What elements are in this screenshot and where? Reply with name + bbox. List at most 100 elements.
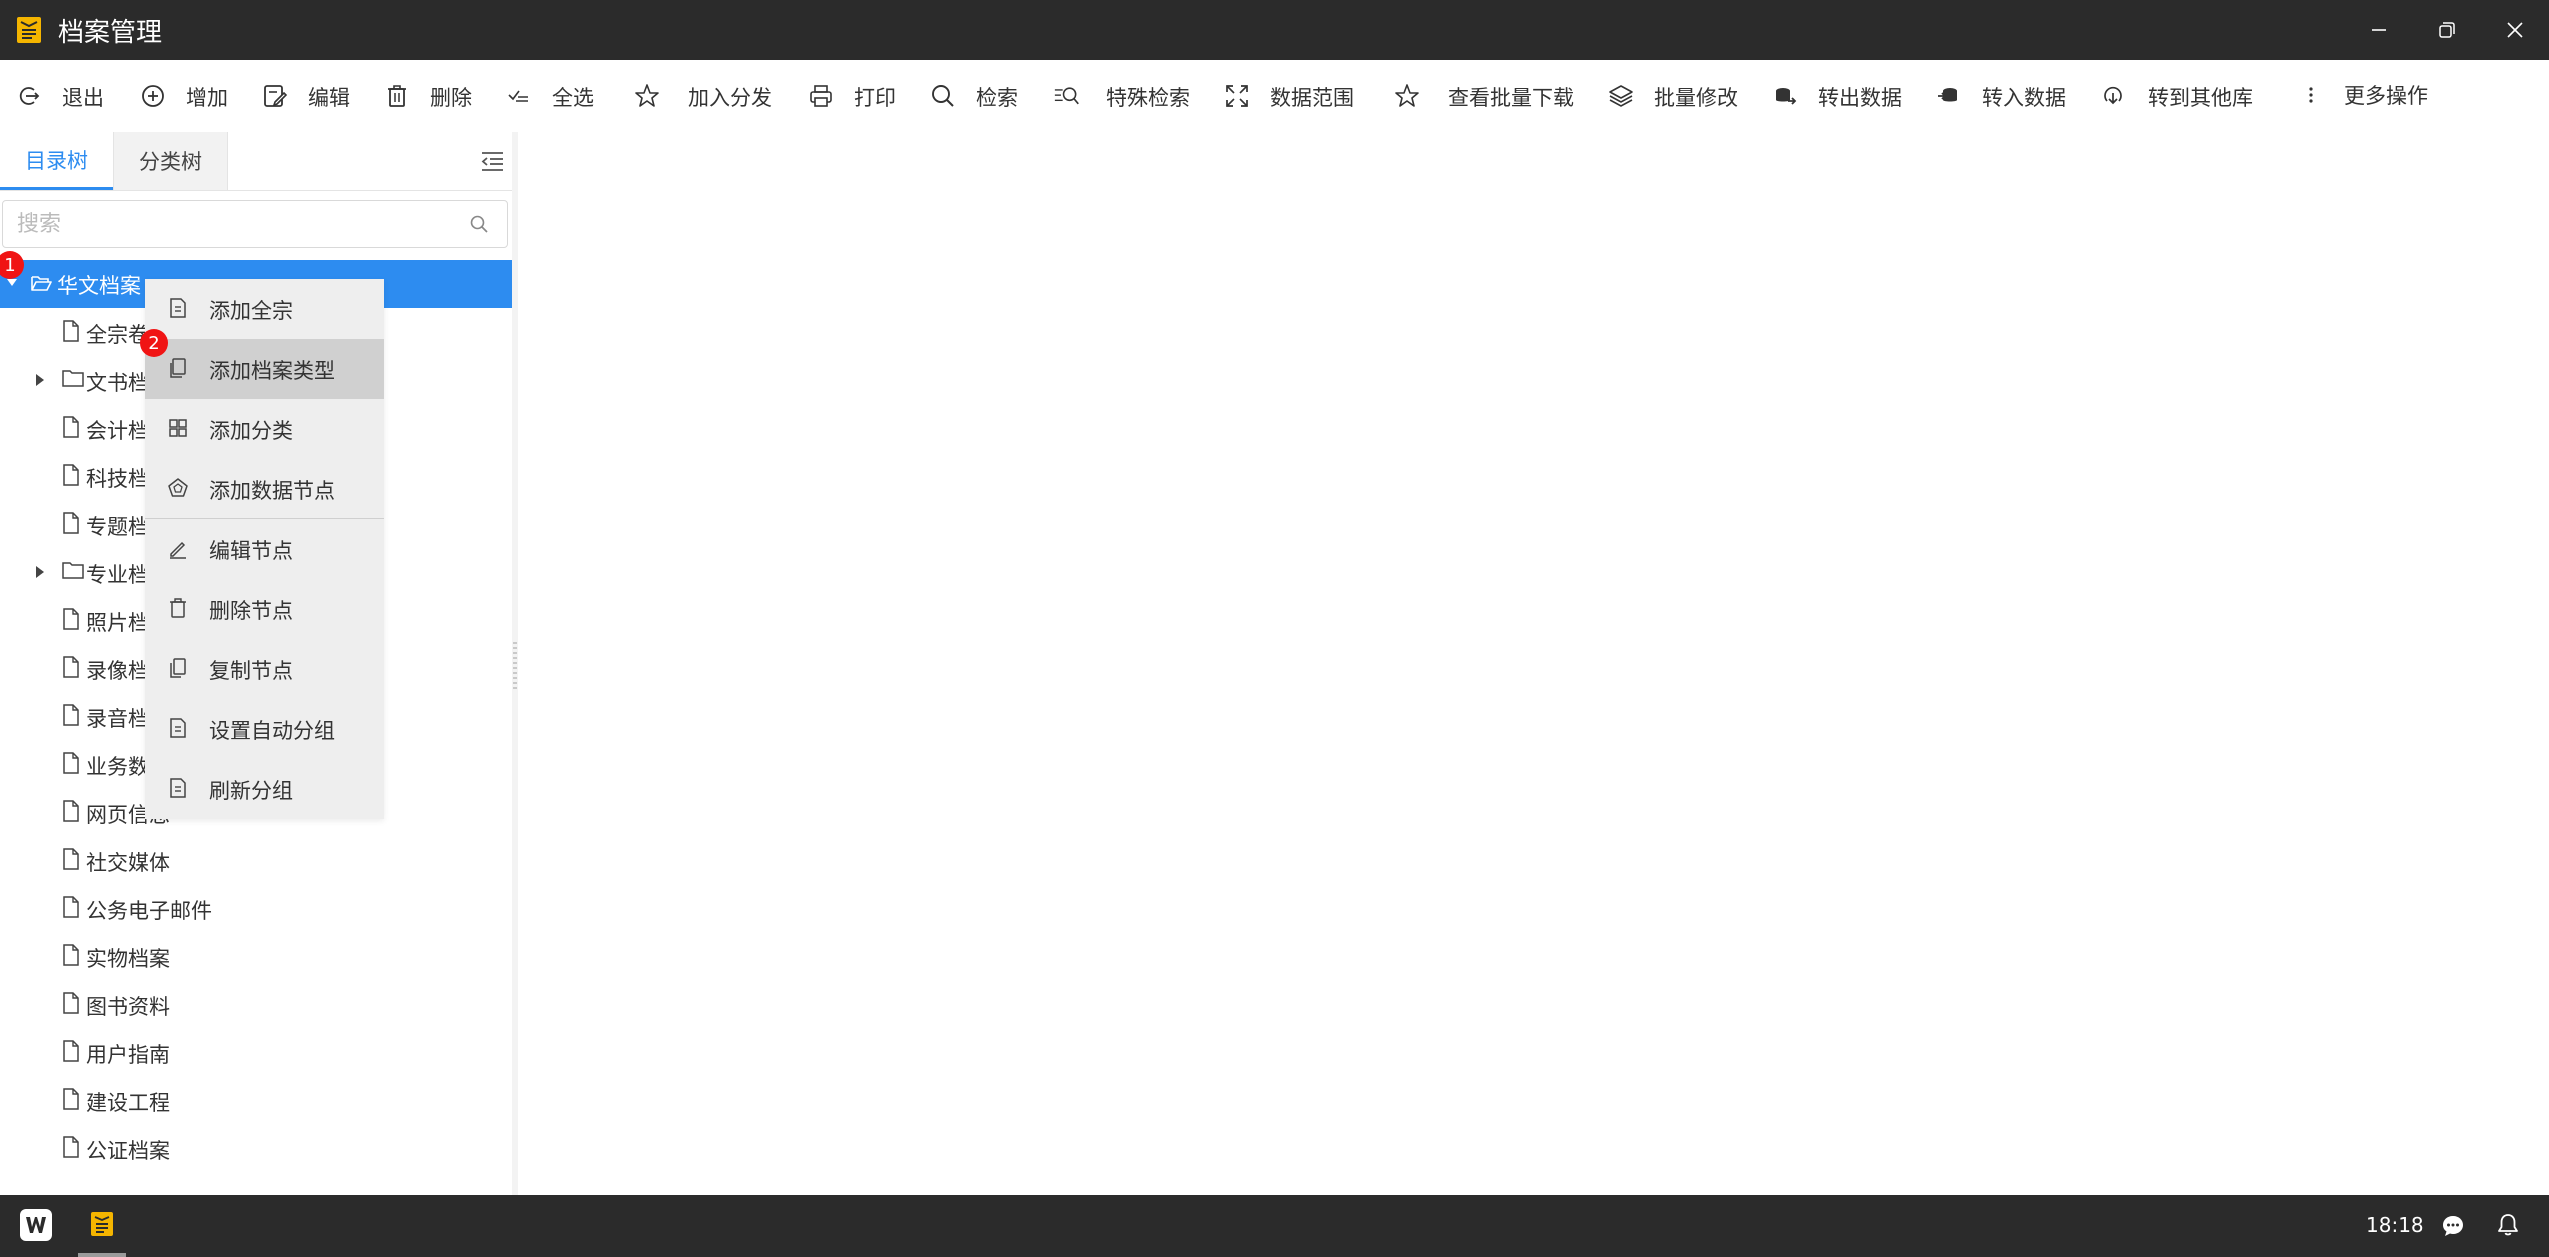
tree-item[interactable]: 实物档案 (0, 932, 512, 980)
edit-button[interactable]: 编辑 (262, 60, 362, 132)
caret-right-icon[interactable] (35, 373, 45, 387)
collapse-panel-icon[interactable] (478, 148, 506, 174)
clock-time: 18:18 (2366, 1213, 2424, 1237)
grid-icon (169, 419, 187, 437)
title-bar: 档案管理 (0, 0, 2549, 60)
file-icon (63, 752, 79, 774)
delete-button[interactable]: 删除 (384, 60, 484, 132)
search-icon[interactable] (469, 214, 489, 234)
splitter-grip[interactable] (513, 642, 517, 692)
select-all-icon (508, 90, 528, 102)
minimize-button[interactable] (2345, 0, 2413, 60)
tab-category-tree[interactable]: 分类树 (113, 132, 228, 190)
exit-button[interactable]: 退出 (16, 60, 116, 132)
file-icon (63, 416, 79, 438)
print-button[interactable]: 打印 (808, 60, 908, 132)
maximize-button[interactable] (2413, 0, 2481, 60)
file-icon (63, 848, 79, 870)
file-icon (63, 1088, 79, 1110)
tree-search-box (2, 200, 508, 248)
list-search-icon (1054, 87, 1079, 105)
trash-icon (388, 85, 406, 107)
import-data-button[interactable]: 转入数据 (1936, 60, 2076, 132)
chat-icon[interactable] (2440, 1213, 2466, 1239)
more-vertical-icon (2309, 87, 2313, 103)
bell-icon[interactable] (2496, 1212, 2520, 1238)
tree-tabs: 目录树 分类树 (0, 132, 512, 191)
database-out-icon (1776, 88, 1797, 105)
layers-icon (1609, 85, 1633, 107)
step-badge-2: 2 (140, 329, 168, 357)
toolbar: 退出 增加 编辑 删除 全选 加入分发 打印 检索 特殊检索 数据范围 查看批量… (0, 60, 2549, 133)
plus-circle-icon (142, 85, 164, 107)
caret-down-icon[interactable] (6, 278, 18, 288)
pencil-icon (170, 541, 186, 559)
transfer-other-button[interactable]: 转到其他库 (2100, 60, 2270, 132)
search-icon (932, 85, 954, 107)
menu-item-add-data-node[interactable]: 添加数据节点 (145, 459, 384, 519)
tree-item[interactable]: 用户指南 (0, 1028, 512, 1076)
menu-item-add-category[interactable]: 添加分类 (145, 399, 384, 459)
copy-icon (170, 658, 186, 678)
export-data-button[interactable]: 转出数据 (1772, 60, 1912, 132)
batch-modify-button[interactable]: 批量修改 (1608, 60, 1748, 132)
taskbar: 18:18 (0, 1195, 2549, 1257)
menu-item-add-archive-type[interactable]: 添加档案类型 (145, 339, 384, 399)
expand-icon (1226, 85, 1248, 107)
more-actions-button[interactable]: 更多操作 (2298, 60, 2438, 132)
taskbar-app-archive[interactable] (78, 1195, 126, 1257)
file-icon (63, 704, 79, 726)
document-icon (170, 718, 186, 738)
file-icon (63, 800, 79, 822)
document-icon (170, 298, 186, 318)
file-icon (63, 656, 79, 678)
folder-icon (62, 562, 84, 579)
file-icon (63, 992, 79, 1014)
window-title: 档案管理 (58, 17, 163, 48)
edit-icon (264, 85, 288, 107)
menu-item-delete-node[interactable]: 删除节点 (145, 579, 384, 639)
file-icon (63, 1040, 79, 1062)
window-controls (2345, 0, 2549, 60)
file-icon (63, 944, 79, 966)
file-icon (63, 1136, 79, 1158)
star-icon (635, 84, 659, 107)
select-all-button[interactable]: 全选 (506, 60, 606, 132)
add-distribute-button[interactable]: 加入分发 (634, 60, 784, 132)
batch-download-button[interactable]: 查看批量下载 (1394, 60, 1584, 132)
tree-item[interactable]: 建设工程 (0, 1076, 512, 1124)
trash-icon (170, 598, 186, 618)
menu-item-add-fonds[interactable]: 添加全宗 (145, 279, 384, 339)
app-logo-icon (17, 17, 41, 43)
tree-search-input[interactable] (3, 201, 457, 247)
caret-right-icon[interactable] (35, 565, 45, 579)
search-button[interactable]: 检索 (930, 60, 1030, 132)
logout-icon (19, 87, 40, 105)
tree-item[interactable]: 公务电子邮件 (0, 884, 512, 932)
context-menu: 添加全宗 添加档案类型 添加分类 添加数据节点 编辑节点 删除节点 复制节点 设… (145, 279, 384, 819)
copy-doc-icon (170, 358, 186, 378)
menu-item-refresh-group[interactable]: 刷新分组 (145, 759, 384, 819)
add-button[interactable]: 增加 (140, 60, 240, 132)
file-icon (63, 512, 79, 534)
file-icon (63, 608, 79, 630)
start-logo-icon[interactable] (20, 1209, 52, 1241)
tree-item[interactable]: 图书资料 (0, 980, 512, 1028)
data-range-button[interactable]: 数据范围 (1224, 60, 1364, 132)
file-icon (63, 896, 79, 918)
transfer-icon (2104, 86, 2122, 105)
star-icon (1395, 84, 1419, 107)
close-button[interactable] (2481, 0, 2549, 60)
menu-item-edit-node[interactable]: 编辑节点 (145, 519, 384, 579)
menu-item-auto-group[interactable]: 设置自动分组 (145, 699, 384, 759)
database-in-icon (1938, 88, 1957, 102)
close-icon (2507, 22, 2523, 38)
file-icon (63, 320, 79, 342)
folder-icon (62, 370, 84, 387)
tree-item[interactable]: 社交媒体 (0, 836, 512, 884)
menu-item-copy-node[interactable]: 复制节点 (145, 639, 384, 699)
tree-root-label: 华文档案 (57, 274, 141, 298)
tab-directory-tree[interactable]: 目录树 (0, 132, 113, 190)
special-search-button[interactable]: 特殊检索 (1054, 60, 1194, 132)
tree-item[interactable]: 公证档案 (0, 1124, 512, 1172)
